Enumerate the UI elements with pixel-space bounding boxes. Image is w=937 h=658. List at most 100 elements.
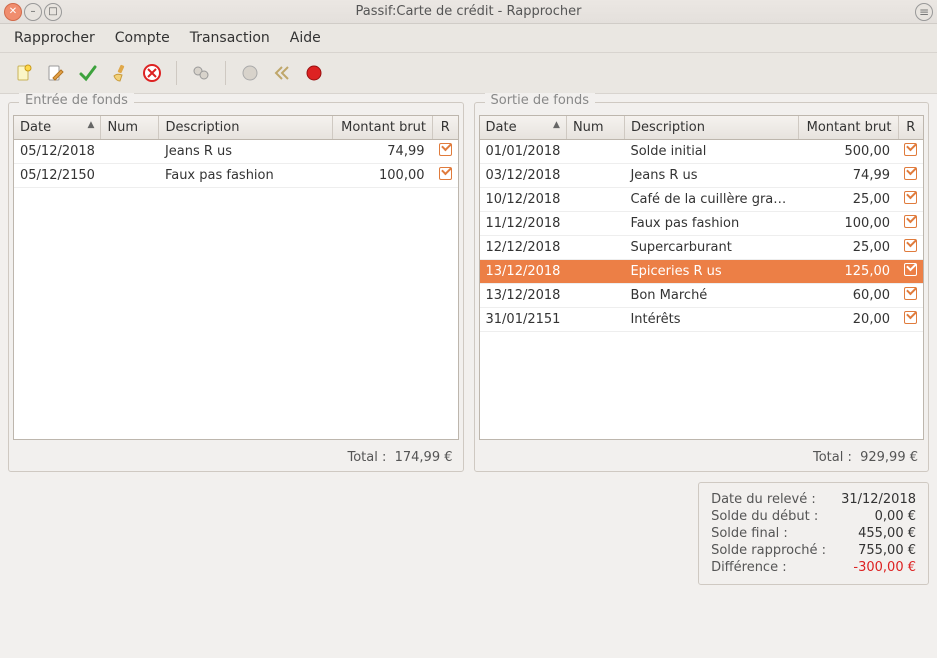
col-date[interactable]: Date▲ — [14, 116, 101, 140]
cell: 125,00 — [798, 260, 898, 284]
table-row[interactable]: 05/12/2018Jeans R us74,99 — [14, 140, 458, 164]
cell: Supercarburant — [624, 236, 798, 260]
toolbar-separator — [225, 61, 226, 85]
reconcile-checkbox[interactable] — [898, 188, 923, 212]
col-amount[interactable]: Montant brut — [333, 116, 433, 140]
toolbar-cancel-icon[interactable] — [138, 59, 166, 87]
toolbar-record-icon[interactable] — [300, 59, 328, 87]
cell: 05/12/2150 — [14, 164, 101, 188]
summary-row: Solde du début :0,00 € — [711, 508, 916, 525]
cell: 100,00 — [798, 212, 898, 236]
cell — [101, 164, 159, 188]
menubar: Rapprocher Compte Transaction Aide — [0, 24, 937, 53]
cell — [566, 212, 624, 236]
check-icon — [904, 287, 917, 300]
cell: 12/12/2018 — [480, 236, 567, 260]
toolbar-rewind-icon[interactable] — [268, 59, 296, 87]
menu-aide[interactable]: Aide — [282, 28, 329, 48]
toolbar-edit-icon[interactable] — [42, 59, 70, 87]
cell: 13/12/2018 — [480, 260, 567, 284]
reconcile-checkbox[interactable] — [898, 212, 923, 236]
summary-row: Différence :-300,00 € — [711, 559, 916, 576]
panel-entree: Entrée de fonds Date▲ Num Description Mo… — [8, 102, 464, 472]
reconcile-checkbox[interactable] — [898, 140, 923, 164]
col-desc[interactable]: Description — [624, 116, 798, 140]
table-row[interactable]: 13/12/2018Bon Marché60,00 — [480, 284, 924, 308]
entree-table-wrap[interactable]: Date▲ Num Description Montant brut R 05/… — [13, 115, 459, 440]
col-desc[interactable]: Description — [159, 116, 333, 140]
col-date[interactable]: Date▲ — [480, 116, 567, 140]
reconcile-checkbox[interactable] — [898, 284, 923, 308]
cell: 10/12/2018 — [480, 188, 567, 212]
content-area: Entrée de fonds Date▲ Num Description Mo… — [0, 94, 937, 480]
check-icon — [439, 167, 452, 180]
table-row[interactable]: 13/12/2018Epiceries R us125,00 — [480, 260, 924, 284]
toolbar-ball-icon[interactable] — [236, 59, 264, 87]
col-num[interactable]: Num — [566, 116, 624, 140]
summary-label: Date du relevé : — [711, 492, 816, 507]
table-row[interactable]: 03/12/2018Jeans R us74,99 — [480, 164, 924, 188]
window-close-button[interactable]: ✕ — [4, 3, 22, 21]
toolbar-clear-icon[interactable] — [106, 59, 134, 87]
menu-rapprocher[interactable]: Rapprocher — [6, 28, 103, 48]
reconcile-checkbox[interactable] — [433, 140, 458, 164]
cell: 11/12/2018 — [480, 212, 567, 236]
summary-area: Date du relevé :31/12/2018Solde du début… — [8, 482, 929, 585]
summary-row: Date du relevé :31/12/2018 — [711, 491, 916, 508]
cell: Bon Marché — [624, 284, 798, 308]
cell — [566, 188, 624, 212]
col-r[interactable]: R — [433, 116, 458, 140]
cell — [566, 284, 624, 308]
window-menu-button[interactable]: ≡ — [915, 3, 933, 21]
col-num[interactable]: Num — [101, 116, 159, 140]
sort-asc-icon: ▲ — [553, 120, 560, 130]
cell — [566, 308, 624, 332]
cell: 01/01/2018 — [480, 140, 567, 164]
panel-sortie-title: Sortie de fonds — [485, 93, 596, 108]
table-row[interactable]: 12/12/2018Supercarburant25,00 — [480, 236, 924, 260]
reconcile-checkbox[interactable] — [898, 236, 923, 260]
summary-label: Solde final : — [711, 526, 788, 541]
summary-label: Solde rapproché : — [711, 543, 826, 558]
cell: Faux pas fashion — [624, 212, 798, 236]
reconcile-checkbox[interactable] — [898, 164, 923, 188]
col-r[interactable]: R — [898, 116, 923, 140]
menu-transaction[interactable]: Transaction — [182, 28, 278, 48]
toolbar-settings-icon[interactable] — [187, 59, 215, 87]
cell: 31/01/2151 — [480, 308, 567, 332]
cell: 74,99 — [333, 140, 433, 164]
menu-compte[interactable]: Compte — [107, 28, 178, 48]
cell: 500,00 — [798, 140, 898, 164]
reconcile-checkbox[interactable] — [898, 308, 923, 332]
table-row[interactable]: 05/12/2150Faux pas fashion100,00 — [14, 164, 458, 188]
cell: 60,00 — [798, 284, 898, 308]
reconcile-checkbox[interactable] — [433, 164, 458, 188]
check-icon — [904, 143, 917, 156]
cell: Intérêts — [624, 308, 798, 332]
summary-row: Solde rapproché : 755,00 € — [711, 542, 916, 559]
toolbar-accept-icon[interactable] — [74, 59, 102, 87]
check-icon — [439, 143, 452, 156]
check-icon — [904, 263, 917, 276]
window-maximize-button[interactable]: □ — [44, 3, 62, 21]
summary-value: 755,00 € — [836, 543, 916, 558]
cell: Café de la cuillère gra… — [624, 188, 798, 212]
table-row[interactable]: 01/01/2018Solde initial500,00 — [480, 140, 924, 164]
table-row[interactable]: 11/12/2018 Faux pas fashion100,00 — [480, 212, 924, 236]
reconcile-checkbox[interactable] — [898, 260, 923, 284]
sortie-table-wrap[interactable]: Date▲ Num Description Montant brut R 01/… — [479, 115, 925, 440]
check-icon — [904, 191, 917, 204]
col-amount[interactable]: Montant brut — [798, 116, 898, 140]
summary-label: Différence : — [711, 560, 787, 575]
cell — [566, 236, 624, 260]
window-minimize-button[interactable]: – — [24, 3, 42, 21]
table-row[interactable]: 31/01/2151Intérêts20,00 — [480, 308, 924, 332]
toolbar — [0, 53, 937, 94]
check-icon — [904, 167, 917, 180]
check-icon — [904, 311, 917, 324]
toolbar-new-icon[interactable] — [10, 59, 38, 87]
cell: Jeans R us — [624, 164, 798, 188]
summary-label: Solde du début : — [711, 509, 818, 524]
panel-sortie: Sortie de fonds Date▲ Num Description Mo… — [474, 102, 930, 472]
table-row[interactable]: 10/12/2018Café de la cuillère gra…25,00 — [480, 188, 924, 212]
